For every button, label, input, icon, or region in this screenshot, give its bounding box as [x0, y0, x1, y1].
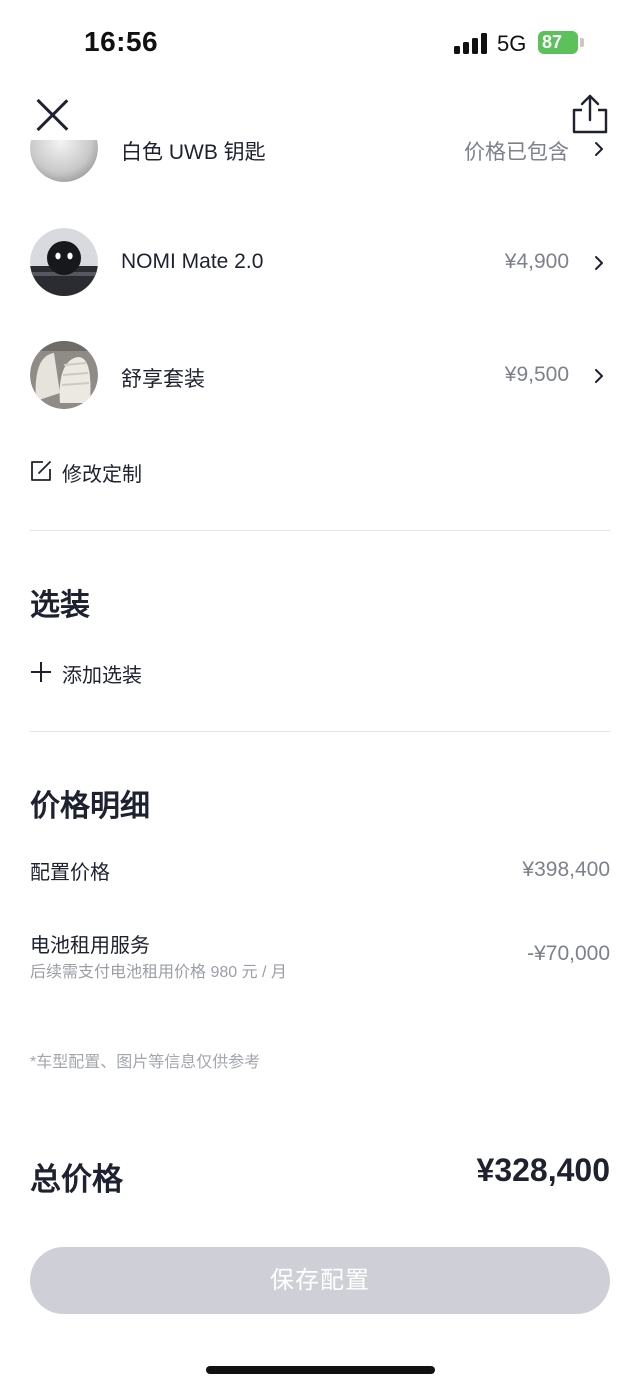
status-bar: 16:56 5G 87 — [0, 0, 640, 88]
share-icon — [572, 94, 608, 134]
nomi-mate-thumbnail — [30, 228, 98, 296]
list-item-comfort-package[interactable]: 舒享套装 ¥9,500 — [0, 341, 640, 413]
chevron-right-icon — [595, 142, 603, 156]
total-price-label: 总价格 — [30, 1162, 123, 1197]
add-option-label: 添加选装 — [62, 665, 142, 687]
config-price-value: ¥398,400 — [522, 858, 610, 881]
divider — [30, 731, 610, 732]
item-price: ¥9,500 — [504, 363, 569, 386]
list-item-nomi-mate[interactable]: NOMI Mate 2.0 ¥4,900 — [0, 228, 640, 300]
save-configuration-button[interactable]: 保存配置 — [30, 1247, 610, 1314]
uwb-key-thumbnail — [30, 140, 98, 182]
top-bar — [0, 88, 640, 140]
price-detail-title: 价格明细 — [30, 790, 150, 823]
modify-customization-label: 修改定制 — [62, 464, 142, 486]
item-price: 价格已包含 — [464, 141, 569, 164]
battery-level: 87 — [542, 32, 563, 52]
status-time: 16:56 — [84, 26, 159, 57]
configuration-summary[interactable]: 白色 UWB 钥匙 价格已包含 NOMI Mate 2.0 ¥4,900 舒享套… — [0, 140, 640, 1387]
item-name: 白色 UWB 钥匙 — [121, 141, 266, 164]
divider — [30, 530, 610, 531]
item-name: NOMI Mate 2.0 — [121, 250, 264, 273]
plus-icon — [31, 662, 51, 682]
home-indicator[interactable] — [206, 1366, 435, 1374]
list-item-uwb-key[interactable]: 白色 UWB 钥匙 价格已包含 — [0, 140, 640, 186]
total-price-value: ¥328,400 — [476, 1152, 610, 1188]
options-section-title: 选装 — [30, 589, 90, 622]
disclaimer-note: *车型配置、图片等信息仅供参考 — [30, 1054, 261, 1071]
cellular-signal-icon — [454, 32, 488, 54]
close-button[interactable] — [32, 94, 72, 134]
edit-icon — [31, 461, 51, 481]
comfort-package-thumbnail — [30, 341, 98, 409]
battery-rental-value: -¥70,000 — [527, 942, 610, 965]
network-type: 5G — [497, 31, 527, 56]
battery-rental-label: 电池租用服务 — [30, 935, 150, 957]
share-button[interactable] — [570, 92, 610, 136]
battery-cap — [580, 38, 584, 47]
chevron-right-icon — [595, 369, 603, 383]
config-price-label: 配置价格 — [30, 862, 110, 884]
item-name: 舒享套装 — [121, 368, 205, 391]
battery-icon: 87 — [538, 31, 578, 54]
item-price: ¥4,900 — [504, 250, 569, 273]
battery-rental-note: 后续需支付电池租用价格 980 元 / 月 — [30, 964, 287, 981]
chevron-right-icon — [595, 256, 603, 270]
